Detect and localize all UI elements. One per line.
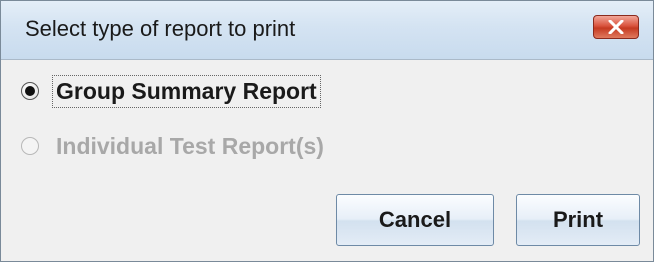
report-dialog: Select type of report to print Group Sum… [0, 0, 654, 262]
dialog-content: Group Summary Report Individual Test Rep… [1, 60, 653, 261]
cancel-button[interactable]: Cancel [336, 194, 494, 246]
group-summary-label[interactable]: Group Summary Report [52, 74, 321, 108]
individual-test-label: Individual Test Report(s) [56, 132, 324, 159]
dialog-title: Select type of report to print [25, 16, 296, 41]
option-group-summary[interactable]: Group Summary Report [21, 73, 321, 109]
close-button[interactable] [593, 15, 639, 39]
close-icon [608, 20, 624, 34]
title-bar[interactable]: Select type of report to print [1, 1, 653, 60]
individual-test-radio [21, 137, 39, 155]
group-summary-radio[interactable] [21, 82, 39, 100]
print-button[interactable]: Print [516, 194, 640, 246]
option-individual-test: Individual Test Report(s) [21, 128, 327, 164]
